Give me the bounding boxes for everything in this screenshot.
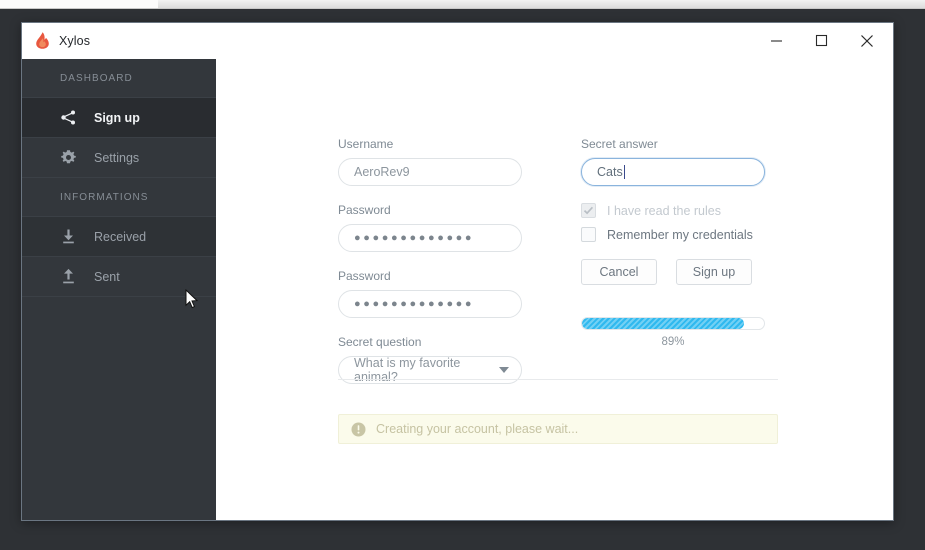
sidebar-section-header-informations: INFORMATIONS [22, 178, 216, 217]
window-title: Xylos [59, 33, 91, 48]
close-icon [860, 34, 873, 47]
password-confirm-value: ●●●●●●●●●●●●● [354, 297, 475, 310]
form-right-column: Secret answer Cats I have read the rules… [581, 137, 778, 401]
username-label: Username [338, 137, 394, 151]
window-body: DASHBOARD Sign up Settings INFORMATIONS … [22, 59, 893, 520]
status-alert-message: Creating your account, please wait... [376, 422, 579, 436]
text-caret [623, 165, 625, 179]
maximize-button[interactable] [799, 23, 844, 58]
form-left-column: Username AeroRev9 Password ●●●●●●●●●●●●● [338, 137, 581, 401]
read-rules-label: I have read the rules [607, 203, 721, 218]
password-confirm-label: Password [338, 269, 391, 283]
username-value: AeroRev9 [354, 165, 410, 179]
sign-up-button[interactable]: Sign up [676, 259, 752, 285]
secret-answer-field-group: Secret answer Cats [581, 137, 778, 186]
close-button[interactable] [844, 23, 889, 58]
gear-icon [60, 149, 77, 166]
desktop-top-strip-tab [0, 0, 158, 8]
minimize-button[interactable] [754, 23, 799, 58]
share-icon [60, 109, 77, 126]
secret-question-field-group: Secret question What is my favorite anim… [338, 335, 581, 384]
progress-bar-fill [582, 318, 744, 329]
section-divider [338, 379, 778, 380]
remember-credentials-label: Remember my credentials [607, 227, 753, 242]
sidebar-item-label: Sign up [94, 110, 140, 125]
sidebar-section-header-dashboard: DASHBOARD [22, 59, 216, 98]
username-input[interactable]: AeroRev9 [338, 158, 522, 186]
signup-form: Username AeroRev9 Password ●●●●●●●●●●●●● [338, 137, 778, 401]
sidebar-item-label: Settings [94, 150, 140, 165]
checkbox-row-remember-credentials[interactable]: Remember my credentials [581, 227, 778, 242]
sidebar-item-sent[interactable]: Sent [22, 257, 216, 297]
password-confirm-input[interactable]: ●●●●●●●●●●●●● [338, 290, 522, 318]
exclamation-circle-icon [351, 422, 366, 436]
password-confirm-field-group: Password ●●●●●●●●●●●●● [338, 269, 581, 318]
titlebar-left-group: Xylos [22, 32, 754, 49]
password-value: ●●●●●●●●●●●●● [354, 231, 475, 244]
flame-icon [36, 32, 49, 49]
password-label: Password [338, 203, 391, 217]
desktop-top-strip [0, 0, 925, 9]
secret-answer-input[interactable]: Cats [581, 158, 765, 186]
download-icon [60, 228, 77, 245]
username-field-group: Username AeroRev9 [338, 137, 581, 186]
form-columns: Username AeroRev9 Password ●●●●●●●●●●●●● [338, 137, 778, 401]
secret-question-label: Secret question [338, 335, 422, 349]
secret-answer-label: Secret answer [581, 137, 658, 151]
sidebar-empty-space [22, 297, 216, 520]
content-area: Username AeroRev9 Password ●●●●●●●●●●●●● [216, 59, 893, 520]
sidebar: DASHBOARD Sign up Settings INFORMATIONS … [22, 59, 216, 520]
password-input[interactable]: ●●●●●●●●●●●●● [338, 224, 522, 252]
minimize-icon [771, 40, 782, 42]
progress-bar-track [581, 317, 765, 330]
remember-credentials-checkbox[interactable] [581, 227, 596, 242]
read-rules-checkbox[interactable] [581, 203, 596, 218]
application-window: Xylos DASHBOARD Sign up Settings INFORMA… [21, 22, 894, 521]
checkbox-row-read-rules[interactable]: I have read the rules [581, 203, 778, 218]
chevron-down-icon [499, 367, 509, 373]
upload-icon [60, 268, 77, 285]
progress-group: 89% [581, 317, 778, 348]
sidebar-item-settings[interactable]: Settings [22, 138, 216, 178]
form-button-row: Cancel Sign up [581, 259, 778, 285]
checkmark-icon [583, 206, 594, 215]
sidebar-item-sign-up[interactable]: Sign up [22, 98, 216, 138]
window-titlebar: Xylos [22, 23, 893, 59]
password-field-group: Password ●●●●●●●●●●●●● [338, 203, 581, 252]
cancel-button[interactable]: Cancel [581, 259, 657, 285]
secret-answer-value: Cats [597, 165, 623, 179]
sidebar-item-received[interactable]: Received [22, 217, 216, 257]
maximize-icon [815, 34, 828, 47]
sidebar-item-label: Sent [94, 269, 120, 284]
sidebar-item-label: Received [94, 229, 147, 244]
progress-percent-label: 89% [661, 336, 685, 348]
status-alert: Creating your account, please wait... [338, 414, 778, 444]
